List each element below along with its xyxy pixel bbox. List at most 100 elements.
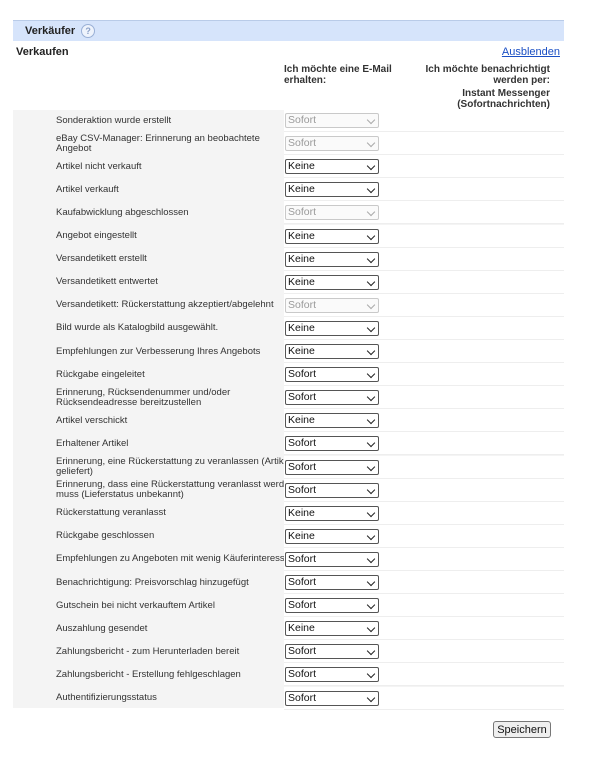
table-row: Versandetikett erstellt Keine xyxy=(13,247,564,271)
chevron-down-icon xyxy=(366,185,376,194)
notification-label: Bild wurde als Katalogbild ausgewählt. xyxy=(56,322,219,334)
table-row: Zahlungsbericht - Erstellung fehlgeschla… xyxy=(13,663,564,687)
chevron-down-icon xyxy=(366,647,376,656)
notification-label: Artikel nicht verkauft xyxy=(56,160,142,172)
email-option-cell: Sofort xyxy=(284,455,564,479)
table-row: Erinnerung, dass eine Rückerstattung ver… xyxy=(13,478,564,502)
subsection-header: Verkaufen Ausblenden xyxy=(13,46,564,60)
email-option-cell: Keine xyxy=(284,270,564,294)
notification-label: Empfehlungen zu Angeboten mit wenig Käuf… xyxy=(56,553,290,565)
chevron-down-icon xyxy=(366,231,376,240)
email-frequency-select: Sofort xyxy=(285,297,379,313)
table-row: Artikel verkauft Keine xyxy=(13,178,564,202)
chevron-down-icon xyxy=(366,115,376,125)
email-column-header: Ich möchte eine E-Mail erhalten: xyxy=(284,64,392,86)
chevron-down-icon xyxy=(366,623,376,633)
notify-column-header: Ich möchte benachrichtigt werden per: xyxy=(425,64,550,86)
email-frequency-select[interactable]: Keine xyxy=(285,251,379,267)
notification-label: Erinnerung, eine Rückerstattung zu veran… xyxy=(56,456,291,477)
select-value: Sofort xyxy=(288,437,317,450)
email-frequency-select[interactable]: Keine xyxy=(285,182,379,198)
table-row: Kaufabwicklung abgeschlossen Sofort xyxy=(13,201,564,225)
email-frequency-select[interactable]: Sofort xyxy=(285,482,379,498)
chevron-down-icon xyxy=(366,392,376,402)
email-option-cell: Sofort xyxy=(284,663,564,687)
notification-label: Rückerstattung veranlasst xyxy=(56,507,166,519)
notification-label: Erhaltener Artikel xyxy=(56,437,129,449)
notification-label: Gutschein bei nicht verkauftem Artikel xyxy=(56,599,215,611)
select-value: Keine xyxy=(288,345,315,357)
email-option-cell: Sofort xyxy=(284,478,564,502)
email-option-cell: Sofort xyxy=(284,547,564,571)
select-value: Sofort xyxy=(288,668,317,681)
notification-label: Empfehlungen zur Verbesserung Ihres Ange… xyxy=(56,345,261,357)
email-option-cell: Sofort xyxy=(284,594,564,618)
email-frequency-select[interactable]: Sofort xyxy=(285,644,379,660)
select-value: Keine xyxy=(288,160,315,173)
email-frequency-select: Sofort xyxy=(285,205,379,221)
email-frequency-select[interactable]: Keine xyxy=(285,159,379,175)
notification-label: Zahlungsbericht - Erstellung fehlgeschla… xyxy=(56,668,241,680)
hide-link[interactable]: Ausblenden xyxy=(502,46,560,58)
email-frequency-select[interactable]: Keine xyxy=(285,320,379,336)
email-option-cell: Keine xyxy=(284,340,564,363)
email-frequency-select[interactable]: Sofort xyxy=(285,367,379,383)
email-option-cell: Keine xyxy=(284,247,564,271)
select-value: Sofort xyxy=(288,552,317,565)
table-row: Rückgabe eingeleitet Sofort xyxy=(13,363,564,387)
email-frequency-select[interactable]: Keine xyxy=(285,344,379,359)
select-value: Sofort xyxy=(288,137,317,150)
table-row: Versandetikett entwertet Keine xyxy=(13,270,564,294)
question-icon[interactable]: ? xyxy=(81,24,96,38)
email-frequency-select[interactable]: Sofort xyxy=(285,436,379,452)
email-option-cell: Sofort xyxy=(284,293,564,317)
chevron-down-icon xyxy=(366,300,376,310)
notification-label: Zahlungsbericht - zum Herunterladen bere… xyxy=(56,645,240,657)
email-frequency-select[interactable]: Keine xyxy=(285,621,379,637)
select-value: Sofort xyxy=(288,206,317,219)
chevron-down-icon xyxy=(366,208,376,217)
select-value: Keine xyxy=(288,275,315,288)
notification-label: Rückgabe geschlossen xyxy=(56,530,155,542)
chevron-down-icon xyxy=(366,416,376,425)
notification-label: eBay CSV-Manager: Erinnerung an beobacht… xyxy=(56,132,260,154)
table-row: Empfehlungen zur Verbesserung Ihres Ange… xyxy=(13,340,564,363)
chevron-down-icon xyxy=(366,485,376,494)
table-row: Zahlungsbericht - zum Herunterladen bere… xyxy=(13,640,564,664)
select-value: Sofort xyxy=(288,645,317,658)
email-frequency-select[interactable]: Sofort xyxy=(285,690,379,706)
email-frequency-select[interactable]: Keine xyxy=(285,505,379,521)
email-frequency-select[interactable]: Keine xyxy=(285,228,379,244)
notification-label: Auszahlung gesendet xyxy=(56,622,148,634)
email-frequency-select: Sofort xyxy=(285,113,379,128)
notification-label: Versandetikett: Rückerstattung akzeptier… xyxy=(56,299,274,311)
email-frequency-select[interactable]: Sofort xyxy=(285,575,379,590)
table-row: Empfehlungen zu Angeboten mit wenig Käuf… xyxy=(13,547,564,571)
email-frequency-select[interactable]: Keine xyxy=(285,413,379,429)
email-option-cell: Keine xyxy=(284,524,564,548)
notification-label: Erinnerung, Rücksendenummer und/oder Rüc… xyxy=(56,386,231,408)
select-value: Sofort xyxy=(288,599,317,612)
table-row: Auszahlung gesendet Keine xyxy=(13,617,564,641)
table-row: Artikel verschickt Keine xyxy=(13,409,564,433)
chevron-down-icon xyxy=(366,138,376,148)
email-frequency-select[interactable]: Keine xyxy=(285,528,379,544)
email-option-cell: Keine xyxy=(284,316,564,340)
email-option-cell: Sofort xyxy=(284,363,564,387)
email-frequency-select[interactable]: Keine xyxy=(285,274,379,290)
email-frequency-select[interactable]: Sofort xyxy=(285,390,379,406)
select-value: Sofort xyxy=(288,483,317,496)
email-frequency-select[interactable]: Sofort xyxy=(285,667,379,683)
email-option-cell: Sofort xyxy=(284,571,564,594)
chevron-down-icon xyxy=(366,462,376,471)
save-button[interactable]: Speichern xyxy=(493,721,551,738)
chevron-down-icon xyxy=(366,277,376,286)
table-row: Versandetikett: Rückerstattung akzeptier… xyxy=(13,293,564,317)
table-row: Rückgabe geschlossen Keine xyxy=(13,524,564,548)
email-frequency-select[interactable]: Sofort xyxy=(285,459,379,475)
table-row: Benachrichtigung: Preisvorschlag hinzuge… xyxy=(13,571,564,594)
select-value: Sofort xyxy=(288,691,317,704)
chevron-down-icon xyxy=(366,369,376,379)
email-frequency-select[interactable]: Sofort xyxy=(285,551,379,567)
email-frequency-select[interactable]: Sofort xyxy=(285,598,379,614)
